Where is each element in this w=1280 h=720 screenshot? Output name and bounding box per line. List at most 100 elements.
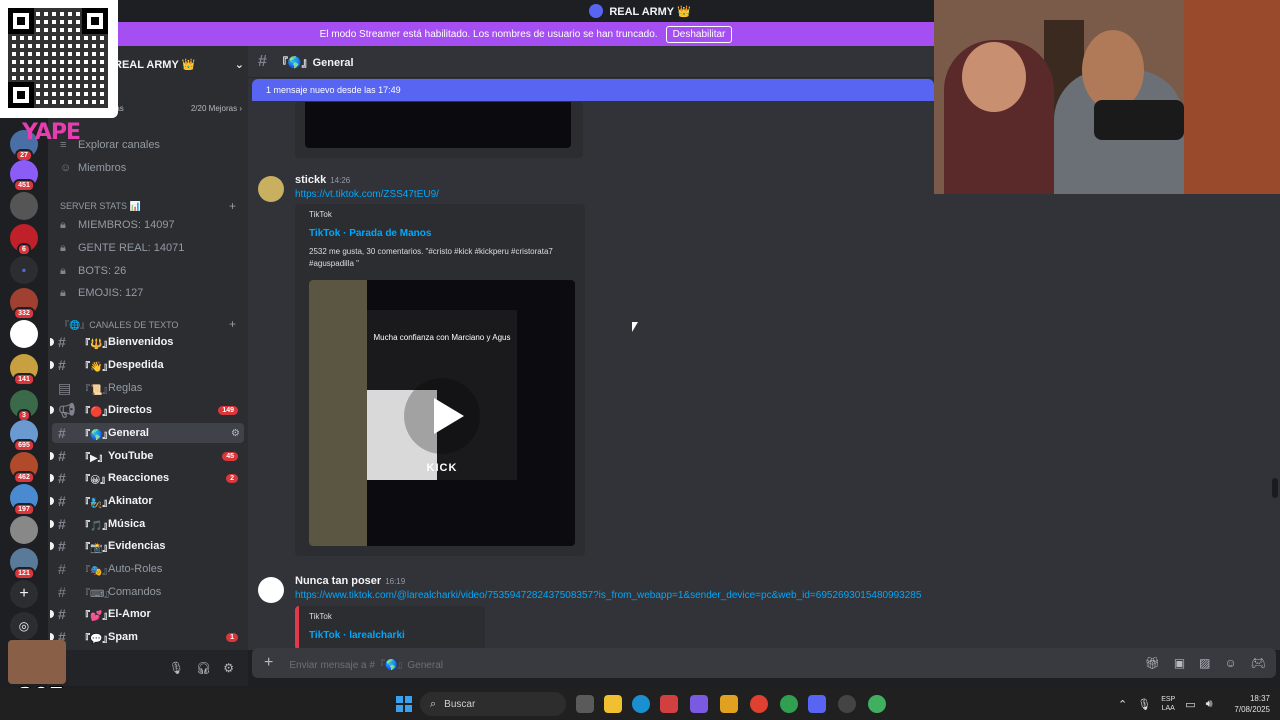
obs-icon[interactable] (838, 695, 856, 713)
server-icon[interactable]: 121 (10, 548, 38, 580)
store-icon[interactable] (660, 695, 678, 713)
channel-comandos[interactable]: # 『⌨』 Comandos (52, 582, 244, 602)
channel-general[interactable]: # 『🌎』 General ⚙ (52, 423, 244, 443)
add-server-icon[interactable]: + (10, 580, 38, 608)
stat-channel[interactable]: 🔒︎ EMOJIS: 127 (60, 284, 143, 302)
channel-youtube[interactable]: # 『▶』 YouTube 45 (50, 446, 244, 466)
channel-bienvenidos[interactable]: # 『🔱』 Bienvenidos (50, 332, 244, 352)
scrollbar-thumb[interactable] (1272, 478, 1278, 498)
channel-auto-roles[interactable]: # 『🎭』 Auto-Roles (52, 559, 244, 579)
chrome-profile-icon[interactable] (780, 695, 798, 713)
server-icon[interactable] (10, 516, 38, 544)
channel-emoji: 『💕』 (80, 610, 113, 622)
sticker-icon[interactable]: ▨ (1199, 656, 1210, 670)
play-icon[interactable] (404, 378, 480, 454)
language-indicator[interactable]: ESP LAA (1161, 695, 1175, 713)
headphones-icon[interactable]: 🎧︎ (196, 661, 211, 675)
clock[interactable]: 18:37 7/08/2025 (1226, 693, 1270, 715)
taskbar-search[interactable]: ⌕ Buscar (420, 692, 566, 716)
emoji-icon[interactable]: ☺ (1225, 656, 1237, 670)
server-icon[interactable]: 141 (10, 354, 38, 386)
server-icon[interactable] (10, 320, 38, 348)
embed-title[interactable]: TikTok · larealcharki (309, 630, 405, 641)
chevron-up-icon[interactable]: ⌃ (1118, 698, 1127, 711)
message-input[interactable]: Enviar mensaje a #『🌎』General (289, 656, 443, 671)
channel-badge: 2 (226, 473, 238, 483)
windows-start-icon[interactable] (396, 696, 412, 712)
video-caption: Mucha confianza con Marciano y Agus (373, 333, 511, 342)
message-link[interactable]: https://vt.tiktok.com/ZSS47tEU9/ (295, 189, 439, 200)
clock-time: 18:37 (1249, 694, 1270, 703)
channel-el-amor[interactable]: # 『💕』 El-Amor (50, 604, 244, 624)
new-messages-bar[interactable]: 1 mensaje nuevo desde las 17:49 (252, 79, 934, 101)
chrome-alt-icon[interactable] (868, 695, 886, 713)
server-icon[interactable] (10, 192, 38, 220)
author-name[interactable]: stickk (295, 174, 326, 186)
lang-top: ESP (1161, 696, 1176, 703)
app-icon[interactable] (720, 695, 738, 713)
microphone-icon[interactable]: 🎙︎ (1137, 698, 1151, 711)
mention-badge: 451 (13, 179, 35, 192)
server-header[interactable]: REAL ARMY 👑 ⌄ (114, 54, 244, 74)
file-explorer-icon[interactable] (604, 695, 622, 713)
server-icon[interactable]: 197 (10, 484, 38, 516)
mention-badge: 6 (17, 243, 31, 256)
boost-progress[interactable]: ...ras 2/20 Mejoras › (106, 100, 242, 116)
unread-indicator (50, 338, 54, 346)
apps-icon[interactable]: 🎮︎ (1251, 656, 1266, 670)
stat-channel[interactable]: 🔒︎ MIEMBROS: 14097 (60, 216, 175, 234)
invite-settings-icons[interactable]: ⚙ (231, 428, 240, 439)
edge-icon[interactable] (632, 695, 650, 713)
category-text-channels[interactable]: 『🌐』CANALES DE TEXTO + (60, 317, 236, 331)
hash-icon: # (258, 52, 267, 70)
task-view-icon[interactable] (576, 695, 594, 713)
embed-title[interactable]: TikTok · Parada de Manos (309, 228, 431, 239)
attach-plus-icon[interactable]: + (264, 654, 273, 672)
members[interactable]: ☺ Miembros (60, 159, 126, 177)
message-author[interactable]: Nunca tan poser 16:19 (295, 575, 405, 587)
hash-icon: # (58, 516, 66, 532)
stat-channel[interactable]: 🔒︎ BOTS: 26 (60, 262, 126, 280)
channel-directos[interactable]: 📢︎ 『🔴』 Directos 149 (50, 400, 244, 420)
microphone-icon[interactable]: 🎙︎ (169, 661, 184, 675)
previous-video[interactable] (305, 102, 571, 148)
hash-icon: # (58, 561, 66, 577)
embed-video[interactable]: Mucha confianza con Marciano y Agus KICK (309, 280, 575, 546)
channel-reacciones[interactable]: # 『😀』 Reacciones 2 (50, 468, 244, 488)
channel-name: Música (108, 518, 146, 530)
author-name[interactable]: Nunca tan poser (295, 575, 381, 587)
channel-evidencias[interactable]: # 『📸』 Evidencias (50, 536, 244, 556)
copilot-icon[interactable] (690, 695, 708, 713)
gear-icon[interactable]: ⚙ (223, 661, 234, 675)
server-icon[interactable]: 6 (10, 224, 38, 256)
server-icon[interactable]: 695 (10, 420, 38, 452)
disable-streamer-button[interactable]: Deshabilitar (665, 25, 733, 43)
server-icon[interactable]: 332 (10, 288, 38, 320)
avatar[interactable] (258, 176, 284, 202)
unread-indicator (50, 361, 54, 369)
stat-channel[interactable]: 🔒︎ GENTE REAL: 14071 (60, 239, 184, 257)
channel-spam[interactable]: # 『💬』 Spam 1 (50, 627, 244, 647)
message-link[interactable]: https://www.tiktok.com/@larealcharki/vid… (295, 590, 921, 601)
gif-icon[interactable]: ▣ (1174, 656, 1185, 670)
channel-despedida[interactable]: # 『👋』 Despedida (50, 355, 244, 375)
display-icon[interactable]: ▭ (1185, 698, 1195, 711)
avatar[interactable] (258, 577, 284, 603)
folder-icon[interactable]: ▪ (10, 256, 38, 284)
unread-indicator (50, 610, 54, 618)
plus-icon[interactable]: + (229, 317, 236, 331)
volume-icon[interactable]: 🔊︎ (1206, 698, 1213, 711)
channel-reglas[interactable]: ▤ 『📜』 Reglas (52, 378, 244, 398)
plus-icon[interactable]: + (229, 199, 236, 213)
channel-musica[interactable]: # 『🎵』 Música (50, 514, 244, 534)
server-icon[interactable]: 3 (10, 390, 38, 422)
channel-akinator[interactable]: # 『🧞』 Akinator (50, 491, 244, 511)
explore-compass-icon[interactable]: ◎ (10, 612, 38, 640)
discord-icon[interactable] (808, 695, 826, 713)
server-icon[interactable]: 451 (10, 160, 38, 192)
gift-icon[interactable]: 🎁︎ (1145, 656, 1160, 670)
server-icon[interactable]: 462 (10, 452, 38, 484)
chrome-icon[interactable] (750, 695, 768, 713)
message-author[interactable]: stickk 14:26 (295, 174, 350, 186)
category-server-stats[interactable]: SERVER STATS 📊 + (60, 199, 236, 213)
